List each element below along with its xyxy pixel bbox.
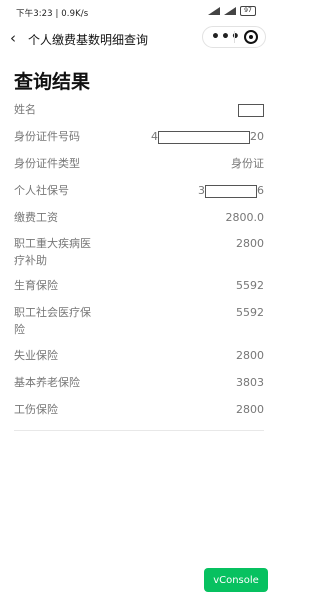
- nav-title: 个人缴费基数明细查询: [28, 33, 149, 47]
- redaction-box: [238, 103, 264, 117]
- row-label: 身份证件类型: [14, 157, 80, 170]
- row-label: 姓名: [14, 103, 36, 116]
- value-prefix: 3: [198, 184, 205, 197]
- row-label: 个人社保号: [14, 184, 69, 197]
- row-value: 2800: [236, 349, 264, 362]
- row-value: 2800.0: [225, 211, 265, 224]
- row-value: 2800: [236, 403, 264, 416]
- close-target-icon[interactable]: [244, 30, 258, 44]
- row-value: 5592: [236, 279, 264, 292]
- redaction-box: [158, 130, 250, 144]
- capsule-divider: [234, 31, 235, 43]
- row-label: 职工社会医疗保险: [14, 306, 91, 336]
- value-prefix: 4: [151, 130, 158, 143]
- row-label: 身份证件号码: [14, 130, 80, 143]
- more-icon[interactable]: •••: [211, 29, 241, 45]
- nav-bar: ‹ 个人缴费基数明细查询 •••: [0, 22, 276, 54]
- value-suffix: 6: [257, 184, 264, 197]
- row-label: 基本养老保险: [14, 376, 80, 389]
- row-value: 3803: [236, 376, 264, 389]
- row-value: 5592: [236, 306, 264, 319]
- row-label: 职工重大疾病医疗补助: [14, 237, 91, 267]
- redaction-box: [205, 184, 257, 198]
- back-icon[interactable]: ‹: [10, 29, 16, 47]
- battery-icon: 97: [240, 6, 256, 16]
- row-value: [238, 101, 264, 118]
- signal-icon: [208, 7, 220, 15]
- status-bar: 下午3:23 | 0.9K/s 97: [0, 0, 276, 22]
- row-label: 工伤保险: [14, 403, 58, 416]
- row-label: 失业保险: [14, 349, 58, 362]
- status-time: 下午3:23 | 0.9K/s: [16, 9, 89, 19]
- page-title: 查询结果: [14, 71, 91, 93]
- row-value: 2800: [236, 237, 264, 250]
- row-value: 4 20: [151, 128, 264, 145]
- row-label: 生育保险: [14, 279, 58, 292]
- vconsole-button[interactable]: vConsole: [204, 568, 268, 592]
- signal-icon-2: [224, 7, 236, 15]
- row-label: 缴费工资: [14, 211, 58, 224]
- mini-program-capsule: •••: [202, 26, 266, 48]
- row-value: 身份证: [231, 157, 264, 170]
- list-divider: [14, 430, 264, 431]
- row-value: 36: [198, 182, 264, 199]
- status-icons: 97: [208, 6, 256, 16]
- value-suffix: 20: [250, 130, 264, 143]
